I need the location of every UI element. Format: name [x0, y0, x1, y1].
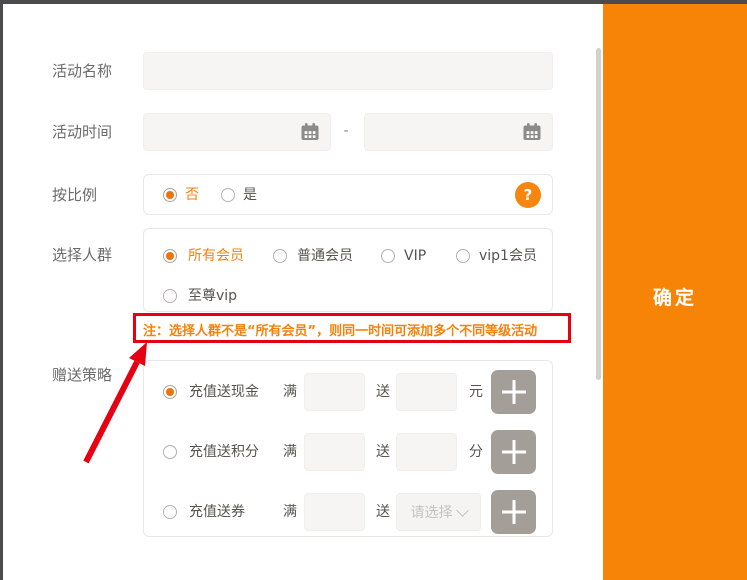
- cash-unit: 元: [469, 382, 483, 402]
- confirm-side-panel: 确定: [603, 4, 747, 580]
- coupon-select-placeholder: 请选择: [411, 502, 453, 522]
- date-range-separator: -: [338, 123, 354, 139]
- question-mark-icon[interactable]: ?: [515, 182, 541, 208]
- gift-prefix: 送: [376, 502, 390, 522]
- cash-threshold-input[interactable]: [304, 373, 365, 411]
- cash-gift-input[interactable]: [396, 373, 457, 411]
- threshold-prefix: 满: [283, 382, 297, 402]
- radio-recharge-points[interactable]: [163, 445, 177, 459]
- radio-vip[interactable]: [381, 249, 395, 263]
- activity-time-label: 活动时间: [52, 124, 112, 140]
- radio-recharge-coupon[interactable]: [163, 505, 177, 519]
- radio-yes[interactable]: [221, 188, 235, 202]
- radio-recharge-cash[interactable]: [163, 385, 177, 399]
- radio-no[interactable]: [163, 188, 177, 202]
- strategy-group: 充值送现金 满 送 元 充值送积分 满 送 分 充值送券 满 送 请选择: [143, 360, 553, 537]
- radio-vip1[interactable]: [456, 249, 470, 263]
- crowd-label: 选择人群: [52, 247, 112, 263]
- radio-yes-label[interactable]: 是: [243, 185, 257, 205]
- threshold-prefix: 满: [283, 502, 297, 522]
- coupon-select[interactable]: 请选择: [396, 493, 481, 531]
- calendar-icon: [300, 122, 320, 142]
- coupon-threshold-input[interactable]: [304, 493, 365, 531]
- strategy-label: 赠送策略: [52, 367, 112, 383]
- gift-prefix: 送: [376, 442, 390, 462]
- radio-supreme-vip[interactable]: [163, 289, 177, 303]
- radio-normal-members-label[interactable]: 普通会员: [297, 246, 353, 266]
- add-points-rule-button[interactable]: [491, 430, 536, 474]
- activity-name-input[interactable]: [143, 52, 553, 90]
- points-threshold-input[interactable]: [304, 433, 365, 471]
- modal-left-edge: [0, 0, 3, 580]
- radio-all-members-label[interactable]: 所有会员: [188, 246, 244, 266]
- crowd-group: 所有会员 普通会员 VIP vip1会员 至尊vip: [143, 228, 553, 312]
- add-coupon-rule-button[interactable]: [491, 490, 536, 534]
- chevron-down-icon: [456, 504, 469, 517]
- radio-recharge-coupon-label[interactable]: 充值送券: [189, 502, 245, 522]
- modal-top-edge: [0, 0, 747, 4]
- gift-prefix: 送: [376, 382, 390, 402]
- radio-no-label[interactable]: 否: [185, 185, 199, 205]
- recharge-activity-modal: 活动名称 活动时间 - 按比例 否 是 ? 选择人群 所有会员: [0, 0, 747, 580]
- radio-supreme-vip-label[interactable]: 至尊vip: [188, 286, 237, 306]
- radio-recharge-points-label[interactable]: 充值送积分: [189, 442, 259, 462]
- confirm-button[interactable]: 确定: [603, 283, 747, 310]
- points-unit: 分: [469, 442, 483, 462]
- crowd-note-text: 注：选择人群不是“所有会员”，则同一时间可添加多个不同等级活动: [143, 320, 537, 339]
- radio-vip1-label[interactable]: vip1会员: [479, 246, 537, 266]
- calendar-icon: [522, 122, 542, 142]
- threshold-prefix: 满: [283, 442, 297, 462]
- radio-vip-label[interactable]: VIP: [404, 246, 426, 266]
- radio-recharge-cash-label[interactable]: 充值送现金: [189, 382, 259, 402]
- by-ratio-group: 否 是 ?: [143, 174, 553, 215]
- activity-name-label: 活动名称: [52, 63, 112, 79]
- add-cash-rule-button[interactable]: [491, 370, 536, 414]
- radio-normal-members[interactable]: [273, 249, 287, 263]
- start-date-input[interactable]: [143, 113, 331, 151]
- vertical-scrollbar-thumb[interactable]: [596, 48, 601, 380]
- radio-all-members[interactable]: [163, 249, 177, 263]
- by-ratio-label: 按比例: [52, 187, 97, 203]
- end-date-input[interactable]: [364, 113, 553, 151]
- points-gift-input[interactable]: [396, 433, 457, 471]
